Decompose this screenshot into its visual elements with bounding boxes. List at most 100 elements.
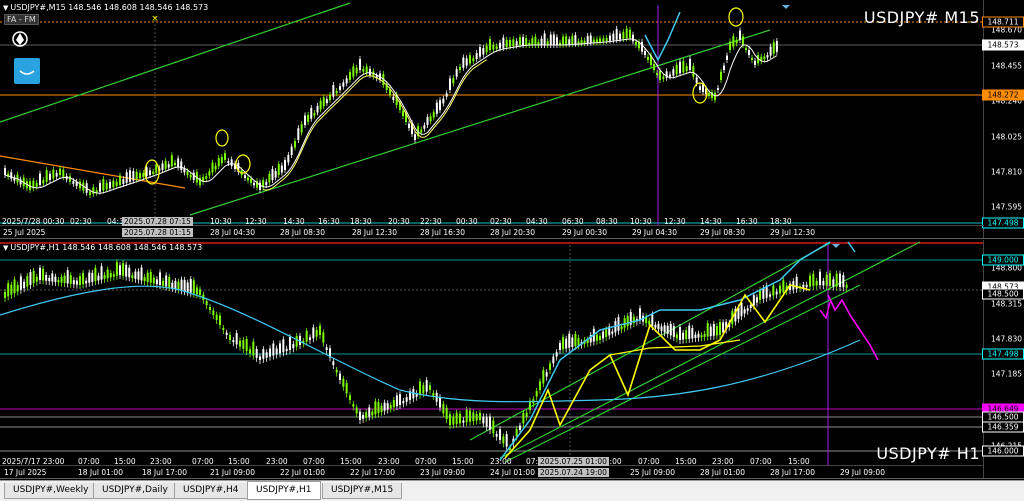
candle-body	[222, 327, 225, 330]
time-tick-label: 28 Jul 17:00	[770, 468, 815, 477]
candle-body	[552, 34, 555, 45]
candle-body	[45, 170, 48, 182]
price-tag: 148.711	[982, 16, 1024, 28]
candle-body	[332, 361, 335, 365]
candle-body	[769, 46, 772, 56]
h1-time-axis[interactable]: 2025/7/17 23:00 07:00 15:00 23:00 07:00 15:00…	[0, 457, 984, 478]
candle-body	[609, 35, 611, 41]
candle-body	[35, 276, 38, 282]
time-tick-top: 15:00	[788, 457, 810, 466]
tab-chart-2[interactable]: USDJPY#,H4	[174, 483, 248, 499]
candle-body	[10, 172, 13, 179]
candle-body	[479, 412, 481, 420]
candle-body	[72, 280, 75, 285]
candle-body	[495, 433, 498, 437]
candle-body	[679, 61, 681, 74]
candle-body	[247, 177, 249, 181]
collapse-triangle-icon[interactable]: ▼	[3, 4, 8, 12]
candle-body	[662, 76, 665, 79]
candle-body	[262, 349, 265, 359]
time-tick-top: 18:30	[350, 217, 372, 226]
candle-body	[242, 340, 245, 349]
candle-body	[722, 322, 725, 333]
candle-body	[217, 158, 220, 167]
candle-body	[586, 35, 589, 43]
candle-body	[325, 99, 328, 104]
tab-chart-3[interactable]: USDJPY#,H1	[247, 481, 321, 500]
candle-body	[482, 416, 485, 424]
candle-body	[345, 78, 348, 84]
h1-price-axis[interactable]: 148.800148.315147.830147.185146.700146.2…	[982, 240, 1024, 478]
candle-body	[675, 64, 678, 75]
candle-body	[297, 128, 300, 140]
candle-body	[295, 336, 298, 347]
time-tick-top: 15:00	[114, 457, 136, 466]
candle-body	[102, 179, 105, 191]
candle-body	[499, 42, 501, 49]
h1-plot-area[interactable]	[0, 240, 984, 466]
time-tick-top: 07:00	[415, 457, 437, 466]
candle-body	[180, 161, 183, 170]
candle-body	[654, 324, 657, 328]
candle-body	[644, 50, 646, 55]
pen-tool-icon[interactable]	[10, 30, 30, 48]
candle-body	[132, 171, 135, 181]
candle-body	[515, 41, 518, 46]
candle-body	[639, 308, 641, 320]
time-tick-top: 12:30	[245, 217, 267, 226]
candle-body	[209, 307, 211, 310]
tab-chart-4[interactable]: USDJPY#,M15	[322, 483, 403, 499]
candle-body	[472, 412, 475, 422]
candle-body	[611, 331, 614, 334]
candle-body	[312, 327, 315, 339]
collapse-triangle-icon[interactable]: ▼	[3, 244, 8, 252]
time-tick-top: 00:30	[456, 217, 478, 226]
candle-body	[653, 64, 655, 70]
candle-body	[432, 392, 435, 396]
price-tick-label: 147.810	[990, 167, 1022, 177]
candle-body	[555, 352, 558, 357]
candle-body	[244, 175, 246, 178]
time-tick-label: 29 Jul 04:30	[632, 228, 677, 237]
price-tag: 147.498	[982, 217, 1024, 229]
candle-body	[402, 110, 404, 116]
candle-body	[414, 134, 416, 140]
candle-body	[322, 332, 325, 343]
candle-body	[152, 277, 155, 284]
candle-body	[140, 267, 143, 281]
m15-plot-area[interactable]: ×	[0, 0, 984, 226]
m15-price-axis[interactable]: 148.670 148.455 148.240 148.025 147.810 147.5…	[982, 0, 1024, 238]
candle-body	[509, 40, 511, 47]
candle-body	[751, 57, 753, 60]
tab-chart-0[interactable]: USDJPY#,Weekly	[4, 483, 98, 499]
candle-body	[134, 271, 137, 279]
candle-body	[682, 60, 685, 73]
time-tick-top: 12:30	[664, 217, 686, 226]
chart-pane-h1[interactable]: ▼ USDJPY#,H1 148.546 148.608 148.546 148.…	[0, 240, 1024, 479]
tab-chart-1[interactable]: USDJPY#,Daily	[93, 483, 177, 499]
candle-body	[359, 59, 361, 70]
candle-body	[599, 38, 601, 42]
candle-body	[672, 69, 675, 76]
time-tick-label: 17 Jul 2025	[4, 468, 47, 477]
candle-body	[380, 405, 383, 412]
chart-pane-m15[interactable]: × ▼ USDJPY#,M15 148.546 148.608 148.546 1…	[0, 0, 1024, 239]
candle-body	[525, 38, 528, 45]
m15-header: ▼ USDJPY#,M15 148.546 148.608 148.546 148…	[3, 3, 208, 12]
candle-body	[51, 273, 54, 282]
candle-body	[489, 39, 491, 50]
candle-body	[489, 416, 491, 430]
time-tick-label: 28 Jul 16:30	[420, 228, 465, 237]
candle-body	[531, 38, 534, 45]
candle-body	[452, 77, 455, 84]
candle-body	[72, 181, 75, 184]
candle-body	[469, 410, 471, 422]
time-tick-label: 28 Jul 12:30	[352, 228, 397, 237]
candle-body	[675, 334, 678, 339]
candle-body	[315, 329, 318, 337]
m15-time-axis[interactable]: 2025/7/28 00:3002:3004:3007:1510:3012:30…	[0, 217, 984, 238]
candle-body	[4, 292, 6, 298]
candle-body	[26, 276, 29, 287]
candle-body	[562, 36, 565, 45]
indicator-icon[interactable]	[14, 58, 40, 84]
